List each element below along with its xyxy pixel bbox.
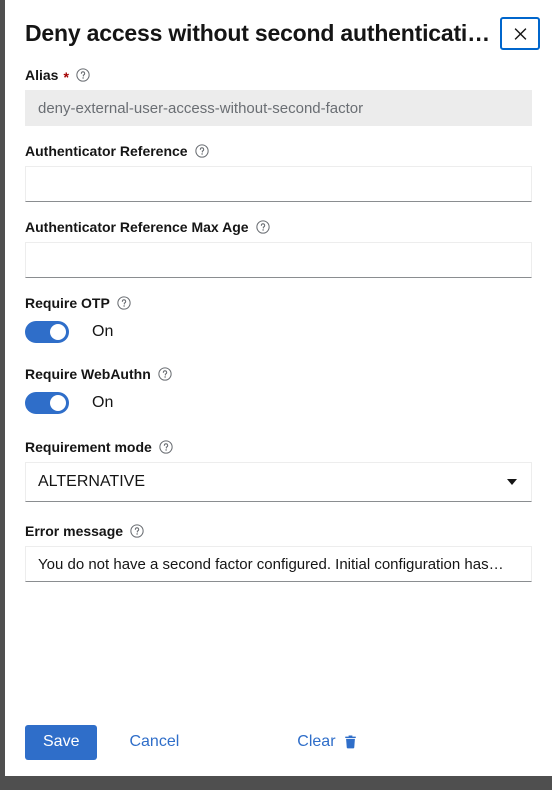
field-require-otp: Require OTP On bbox=[25, 294, 532, 343]
modal-header: Deny access without second authenticati… bbox=[5, 0, 552, 58]
require-otp-toggle[interactable] bbox=[25, 321, 69, 343]
close-button[interactable] bbox=[500, 17, 540, 50]
close-icon bbox=[514, 27, 527, 40]
save-button[interactable]: Save bbox=[25, 724, 98, 760]
label-requirement-mode: Requirement mode bbox=[25, 439, 152, 455]
require-webauthn-state-label: On bbox=[92, 394, 114, 411]
chevron-down-icon bbox=[507, 479, 517, 485]
help-circle-icon[interactable] bbox=[255, 220, 270, 234]
require-webauthn-switch-row: On bbox=[25, 392, 532, 414]
label-alias: Alias bbox=[25, 67, 59, 83]
help-circle-icon[interactable] bbox=[130, 524, 144, 538]
clear-button[interactable]: Clear bbox=[297, 733, 357, 751]
field-authenticator-reference: Authenticator Reference bbox=[25, 142, 532, 202]
label-authenticator-reference-row: Authenticator Reference bbox=[25, 142, 532, 160]
modal-title: Deny access without second authenticati… bbox=[25, 20, 490, 46]
toggle-knob bbox=[50, 324, 66, 340]
help-circle-icon[interactable] bbox=[158, 367, 172, 381]
label-require-webauthn-row: Require WebAuthn bbox=[25, 365, 532, 383]
label-error-message-row: Error message bbox=[25, 522, 532, 540]
requirement-mode-value: ALTERNATIVE bbox=[38, 473, 145, 490]
help-circle-icon[interactable] bbox=[76, 68, 90, 82]
help-circle-icon[interactable] bbox=[194, 144, 209, 158]
label-requirement-mode-row: Requirement mode bbox=[25, 438, 532, 456]
trash-icon bbox=[343, 734, 358, 750]
requirement-mode-select[interactable]: ALTERNATIVE bbox=[25, 462, 532, 502]
field-require-webauthn: Require WebAuthn On bbox=[25, 365, 532, 414]
clear-button-label: Clear bbox=[297, 733, 336, 750]
label-authenticator-reference-max-age-row: Authenticator Reference Max Age bbox=[25, 218, 532, 236]
cancel-button[interactable]: Cancel bbox=[129, 733, 179, 751]
screen: Deny access without second authenticati…… bbox=[0, 0, 552, 790]
edit-execution-config-modal: Deny access without second authenticati…… bbox=[5, 0, 552, 776]
help-circle-icon[interactable] bbox=[117, 296, 131, 310]
modal-body: Alias * Authenticator Reference bbox=[5, 58, 552, 582]
toggle-knob bbox=[50, 395, 66, 411]
require-otp-switch-row: On bbox=[25, 321, 532, 343]
alias-input bbox=[25, 90, 532, 126]
require-otp-state-label: On bbox=[92, 323, 114, 340]
require-webauthn-toggle[interactable] bbox=[25, 392, 69, 414]
label-require-otp-row: Require OTP bbox=[25, 294, 532, 312]
label-require-otp: Require OTP bbox=[25, 295, 110, 311]
required-marker: * bbox=[63, 69, 69, 85]
modal-footer: Save Cancel Clear bbox=[5, 724, 552, 760]
label-authenticator-reference-max-age: Authenticator Reference Max Age bbox=[25, 219, 249, 235]
field-error-message: Error message You do not have a second f… bbox=[25, 522, 532, 582]
label-require-webauthn: Require WebAuthn bbox=[25, 366, 151, 382]
label-alias-row: Alias * bbox=[25, 66, 532, 84]
label-error-message: Error message bbox=[25, 523, 124, 539]
field-alias: Alias * bbox=[25, 66, 532, 126]
field-requirement-mode: Requirement mode ALTERNATIVE bbox=[25, 438, 532, 502]
authenticator-reference-input[interactable] bbox=[25, 166, 532, 202]
field-authenticator-reference-max-age: Authenticator Reference Max Age bbox=[25, 218, 532, 278]
help-circle-icon[interactable] bbox=[159, 440, 173, 454]
authenticator-reference-max-age-input[interactable] bbox=[25, 242, 532, 278]
label-authenticator-reference: Authenticator Reference bbox=[25, 143, 188, 159]
error-message-input[interactable]: You do not have a second factor configur… bbox=[25, 546, 532, 582]
